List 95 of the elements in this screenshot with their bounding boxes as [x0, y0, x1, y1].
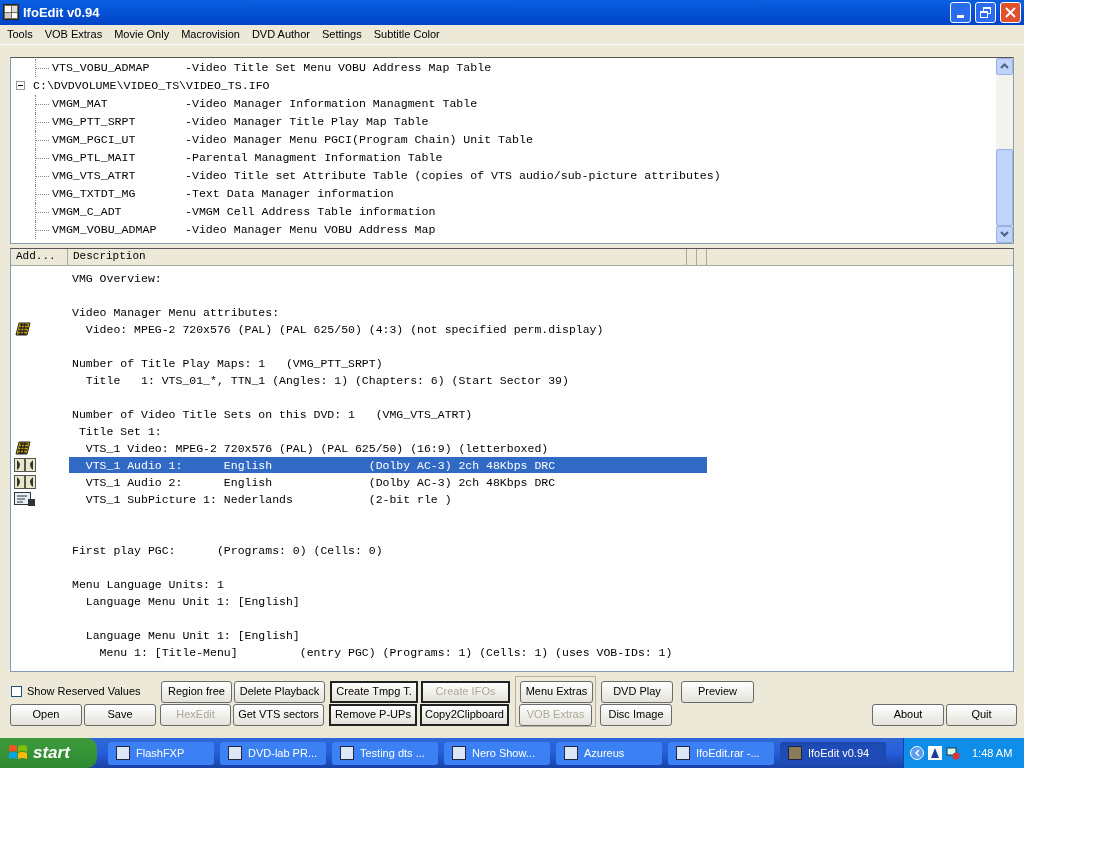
button[interactable]: Remove P-UPs	[329, 703, 417, 726]
menu-item[interactable]: Subtitle Color	[367, 26, 446, 43]
button[interactable]: Open	[10, 703, 82, 726]
app-icon	[452, 746, 466, 760]
list-row[interactable]: VTS_1 Audio 1: English (Dolby AC-3) 2ch 48Kbps DRC	[69, 457, 707, 474]
tree-node[interactable]: VMGM_VOBU_ADMAP	[52, 221, 185, 239]
tree-node[interactable]: VMGM_C_ADT	[52, 203, 185, 221]
scroll-thumb[interactable]	[996, 148, 1013, 226]
list-row[interactable]: Number of Video Title Sets on this DVD: 1 (VMG_VTS_ATRT)	[69, 406, 707, 423]
button[interactable]: Create Tmpg T.	[330, 680, 418, 703]
tree-node[interactable]: VMG_VTS_ATRT	[52, 167, 185, 185]
app-icon	[116, 746, 130, 760]
app-icon	[788, 746, 802, 760]
taskbar-button[interactable]: Testing dts ...	[332, 741, 438, 765]
tree-node[interactable]: VTS_VOBU_ADMAP	[52, 59, 185, 77]
node-description: -VMGM Cell Address Table information	[185, 204, 436, 221]
app-icon	[340, 746, 354, 760]
checkbox-label[interactable]: Show Reserved Values	[27, 683, 141, 700]
taskbar-button[interactable]: IfoEdit v0.94	[780, 741, 886, 765]
menu-item[interactable]: Macrovision	[175, 26, 246, 43]
scroll-up-button[interactable]	[996, 57, 1013, 75]
list-row[interactable]: Title 1: VTS_01_*, TTN_1 (Angles: 1) (Chapters: 6) (Start Sector 39)	[69, 372, 707, 389]
scrollbar[interactable]	[996, 57, 1013, 243]
tree-node[interactable]: VMGM_PGCI_UT	[52, 131, 185, 149]
window-title: IfoEdit v0.94	[23, 3, 101, 22]
button[interactable]: Menu Extras	[520, 680, 593, 703]
collapse-icon[interactable]	[16, 80, 25, 90]
button[interactable]: DVD Play	[601, 680, 673, 703]
button[interactable]: Disc Image	[600, 703, 672, 726]
tree-node[interactable]: VMGM_MAT	[52, 95, 185, 113]
button[interactable]: Region free	[161, 680, 232, 703]
speaker-icon	[14, 475, 36, 490]
list-row[interactable]: Menu Language Units: 1	[69, 576, 707, 593]
list-row[interactable]: Number of Title Play Maps: 1 (VMG_PTT_SRPT)	[69, 355, 707, 372]
node-description: -Text Data Manager information	[185, 186, 394, 203]
close-button[interactable]	[1000, 2, 1021, 23]
minimize-button[interactable]	[950, 2, 971, 23]
menu-item[interactable]: VOB Extras	[38, 26, 109, 43]
list-row[interactable]: Video: MPEG-2 720x576 (PAL) (PAL 625/50) (4:3) (not specified perm.display)	[69, 321, 707, 338]
list-row[interactable]: Language Menu Unit 1: [English]	[69, 593, 707, 610]
subtitle-icon	[14, 491, 36, 507]
menu-item[interactable]: Movie Only	[108, 26, 176, 43]
button[interactable]: Copy2Clipboard	[420, 703, 509, 726]
scroll-down-button[interactable]	[996, 225, 1013, 243]
speaker-icon	[14, 458, 36, 473]
list-row[interactable]: VTS_1 Audio 2: English (Dolby AC-3) 2ch 48Kbps DRC	[69, 474, 707, 491]
button[interactable]: Save	[84, 703, 156, 726]
node-description: -Video Manager Menu VOBU Address Map	[185, 222, 436, 239]
list-row[interactable]: Title Set 1:	[69, 423, 707, 440]
windows-logo-icon	[8, 744, 28, 762]
menu-item[interactable]: Tools	[1, 26, 39, 43]
button[interactable]: Preview	[681, 680, 754, 703]
button[interactable]: Get VTS sectors	[233, 703, 324, 726]
node-description: -Parental Managment Information Table	[185, 150, 443, 167]
list-row[interactable]: VTS_1 Video: MPEG-2 720x576 (PAL) (PAL 625/50) (16:9) (letterboxed)	[69, 440, 707, 457]
tray-network-icon[interactable]	[946, 746, 960, 760]
clock: 1:48 AM	[972, 745, 1013, 761]
column-header[interactable]: Description	[68, 248, 687, 265]
list-row[interactable]: First play PGC: (Programs: 0) (Cells: 0)	[69, 542, 707, 559]
menu-item[interactable]: DVD Author	[245, 26, 316, 43]
taskbar-button[interactable]: DVD-lab PR...	[220, 741, 326, 765]
button[interactable]: Delete Playback	[234, 680, 325, 703]
button[interactable]: About	[872, 703, 944, 726]
film-icon	[14, 441, 32, 456]
taskbar-button[interactable]: IfoEdit.rar -...	[668, 741, 774, 765]
tray-app-icon[interactable]	[928, 746, 942, 760]
list-row[interactable]: VMG Overview:	[69, 270, 707, 287]
node-description: -Video Title set Attribute Table (copies of VTS audio/sub-picture attributes)	[185, 168, 721, 185]
node-description: -Video Title Set Menu VOBU Address Map Table	[185, 60, 492, 77]
column-header[interactable]: Add...	[11, 248, 68, 265]
film-icon	[14, 322, 32, 337]
taskbar-button[interactable]: Azureus	[556, 741, 662, 765]
taskbar-button[interactable]: Nero Show...	[444, 741, 550, 765]
node-description: -Video Manager Menu PGCI(Program Chain) Unit Table	[185, 132, 533, 149]
tree-node[interactable]: VMG_PTT_SRPT	[52, 113, 185, 131]
app-icon	[228, 746, 242, 760]
close-icon	[1005, 7, 1016, 18]
start-button[interactable]: start	[0, 738, 97, 768]
list-row[interactable]: Menu 1: [Title-Menu] (entry PGC) (Programs: 1) (Cells: 1) (uses VOB-IDs: 1)	[69, 644, 707, 661]
taskbar-button[interactable]: FlashFXP	[108, 741, 214, 765]
app-icon	[3, 4, 19, 21]
list-row[interactable]: Video Manager Menu attributes:	[69, 304, 707, 321]
node-description: -Video Manager Information Managment Table	[185, 96, 478, 113]
tree-node[interactable]: C:\DVDVOLUME\VIDEO_TS\VIDEO_TS.IFO	[33, 77, 270, 95]
restore-button[interactable]	[975, 2, 996, 23]
list-row[interactable]: VTS_1 SubPicture 1: Nederlands (2-bit rle )	[69, 491, 707, 508]
app-icon	[676, 746, 690, 760]
app-icon	[564, 746, 578, 760]
tree-node[interactable]: VMG_TXTDT_MG	[52, 185, 185, 203]
checkbox[interactable]	[11, 686, 22, 698]
button[interactable]: Quit	[946, 703, 1017, 726]
node-description: -Video Manager Title Play Map Table	[185, 114, 429, 131]
tree-node[interactable]: VMG_PTL_MAIT	[52, 149, 185, 167]
menu-item[interactable]: Settings	[315, 26, 368, 43]
list-row[interactable]: Language Menu Unit 1: [English]	[69, 627, 707, 644]
